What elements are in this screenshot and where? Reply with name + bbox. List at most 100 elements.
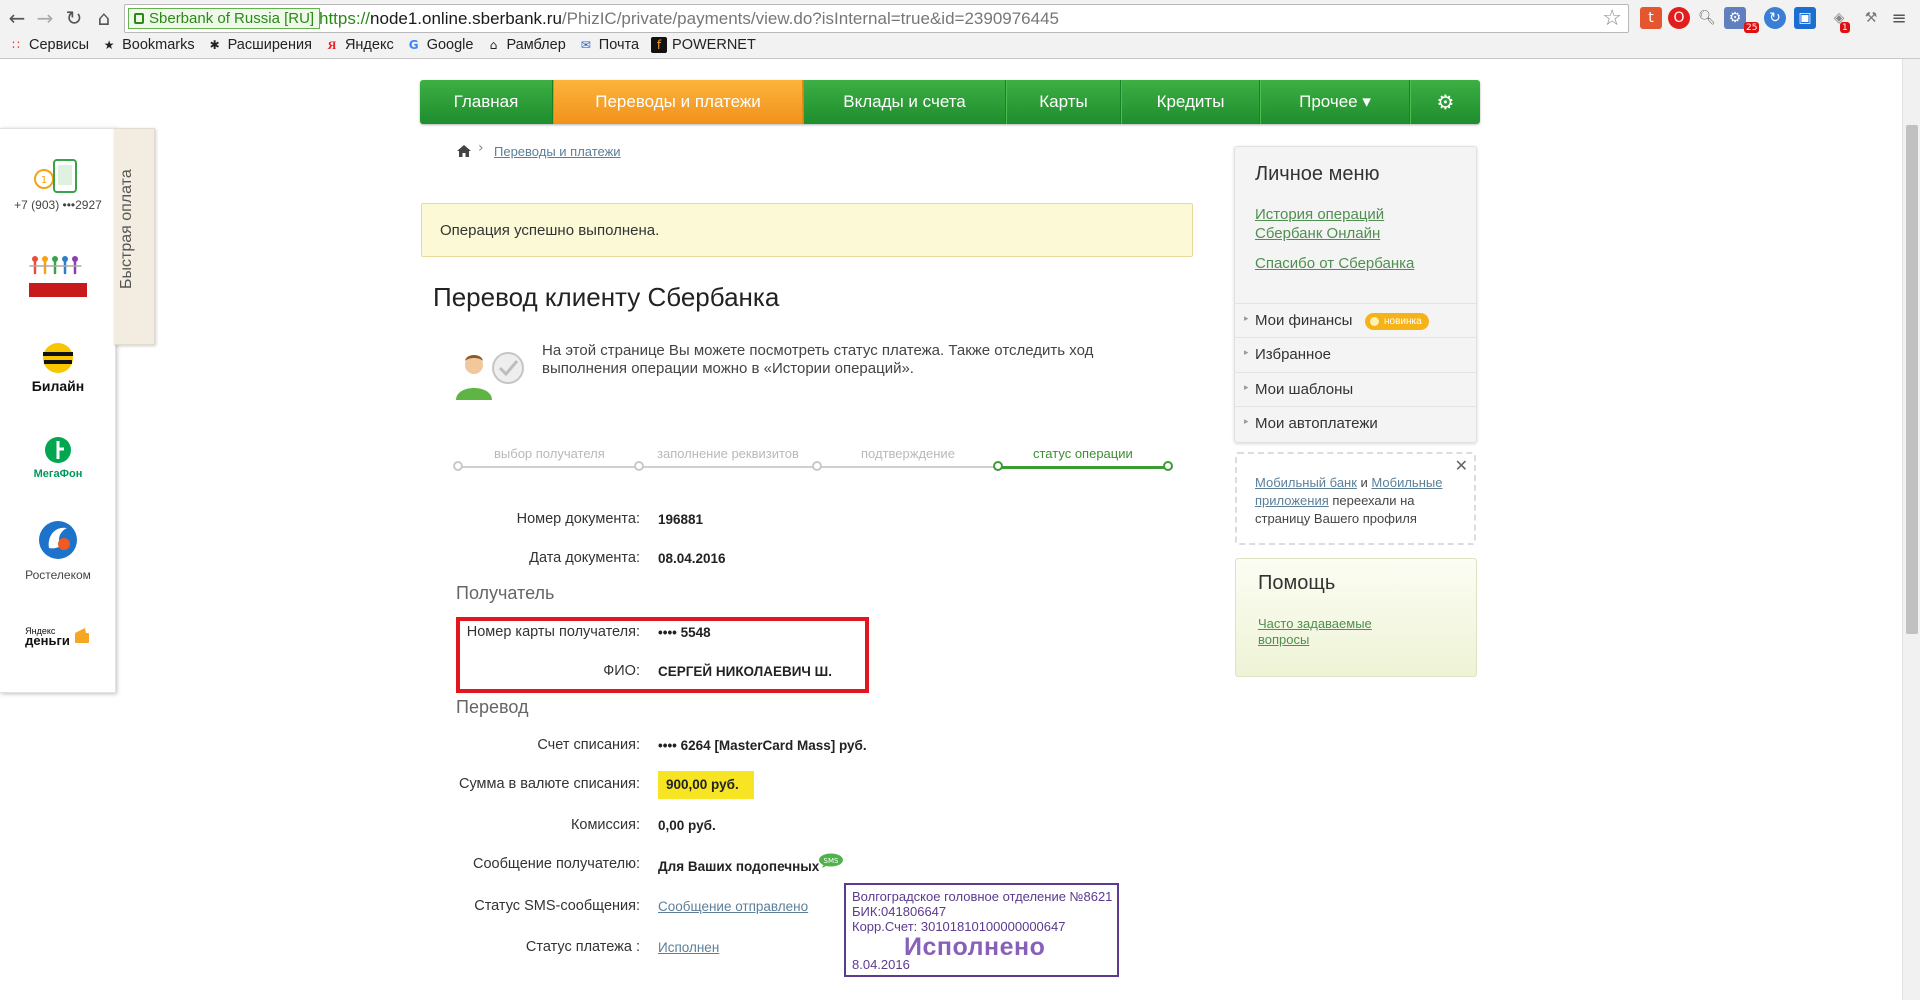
intro-text: На этой странице Вы можете посмотреть ст… — [542, 342, 1094, 377]
beeline-logo-icon — [43, 343, 73, 373]
sms-status-value[interactable]: Сообщение отправлено — [658, 899, 808, 914]
browser-chrome: ← → ↻ ⌂ Sberbank of Russia [RU] https://… — [0, 0, 1920, 59]
mobile-notice: ✕ Мобильный банк и Мобильные приложения … — [1235, 452, 1476, 545]
doc-number-value: 196881 — [658, 512, 704, 527]
sms-badge-icon: SMS — [819, 853, 843, 868]
quickpay-beeline[interactable]: Билайн — [0, 341, 116, 394]
menu-row-autopayments[interactable]: ▸ Мои автоплатежи — [1235, 406, 1476, 440]
apps-icon: ∷ — [12, 38, 20, 52]
menu-row-finances[interactable]: ▸ Мои финансы новинка — [1235, 303, 1476, 337]
bookmark-yandex[interactable]: Я Яндекс — [324, 37, 394, 53]
bookmark-services[interactable]: ∷ Сервисы — [8, 37, 89, 53]
step-label: подтверждение — [861, 446, 955, 461]
doc-date-value: 08.04.2016 — [658, 551, 726, 566]
account-value: •••• 6264 [MasterCard Mass] руб. — [658, 738, 867, 753]
help-panel: Помощь Часто задаваемые вопросы — [1235, 558, 1477, 677]
personal-menu: Личное меню История операций Сбербанк Он… — [1234, 146, 1477, 443]
step-label-current: статус операции — [1033, 446, 1133, 461]
extension-badge-2: 1 — [1840, 22, 1850, 33]
stamp-branch: Волгоградское головное отделение №8621 — [852, 889, 1113, 904]
quick-pay-tab[interactable]: Быстрая оплата — [114, 128, 155, 345]
extension-badge: 25 — [1744, 22, 1760, 33]
quickpay-charity[interactable] — [0, 253, 116, 303]
card-number-label: Номер карты получателя: — [466, 624, 640, 640]
gear-icon[interactable]: ⚙ — [1410, 80, 1480, 124]
star-icon: ★ — [103, 38, 115, 52]
menu-icon[interactable]: ≡ — [1888, 7, 1910, 29]
mobile-bank-link[interactable]: Мобильный банк — [1255, 475, 1357, 490]
chevron-right-icon: ▸ — [1244, 417, 1249, 427]
svg-text:SMS: SMS — [824, 857, 839, 865]
address-bar[interactable]: Sberbank of Russia [RU] https://node1.on… — [124, 4, 1629, 33]
step-dot-current — [993, 461, 1003, 471]
url-text[interactable]: https://node1.online.sberbank.ru/PhizIC/… — [319, 8, 1059, 29]
personal-menu-title: Личное меню — [1255, 163, 1380, 185]
bookmark-mail[interactable]: ✉ Почта — [578, 37, 639, 53]
google-icon: G — [408, 38, 419, 52]
check-shield-icon — [456, 352, 524, 400]
nav-cards[interactable]: Карты — [1006, 80, 1121, 124]
reload-icon[interactable]: ↻ — [60, 4, 88, 32]
bookmark-bookmarks[interactable]: ★ Bookmarks — [101, 37, 195, 53]
window-icon[interactable]: ▣ — [1794, 7, 1816, 29]
close-icon[interactable]: ✕ — [1455, 456, 1468, 475]
breadcrumb-link[interactable]: Переводы и платежи — [494, 144, 621, 159]
step-dot — [453, 461, 463, 471]
home-icon[interactable] — [456, 144, 472, 158]
spasibo-link[interactable]: Спасибо от Сбербанка — [1255, 254, 1414, 273]
quickpay-megafon[interactable]: МегаФон — [0, 435, 116, 480]
nav-credits[interactable]: Кредиты — [1121, 80, 1260, 124]
scrollbar-thumb[interactable] — [1906, 125, 1918, 634]
page-scrollbar[interactable] — [1902, 59, 1920, 1000]
sync-icon[interactable]: ↻ — [1764, 7, 1786, 29]
bookmark-rambler[interactable]: ⌂ Рамблер — [485, 37, 566, 53]
opera-icon[interactable]: O — [1668, 7, 1690, 29]
commission-label: Комиссия: — [570, 817, 640, 833]
nav-transfers-payments[interactable]: Переводы и платежи — [553, 80, 803, 124]
stamp-corr-account: Корр.Счет: 30101810100000000647 — [852, 919, 1066, 934]
account-label: Счет списания: — [537, 737, 640, 753]
yandex-icon: Я — [327, 37, 337, 52]
success-alert: Операция успешно выполнена. — [421, 203, 1193, 257]
amount-value: 900,00 руб. — [666, 777, 739, 792]
megafon-logo-icon — [45, 437, 71, 463]
card-number-value: •••• 5548 — [658, 625, 711, 640]
breadcrumb-separator: › — [478, 140, 484, 156]
star-icon[interactable]: ☆ — [1602, 6, 1622, 31]
back-arrow-icon[interactable]: ← — [3, 4, 31, 32]
extension-icon[interactable]: t — [1640, 7, 1662, 29]
message-value: Для Ваших подопечных — [658, 859, 820, 874]
step-dot — [634, 461, 644, 471]
tools-icon[interactable]: ⚒ — [1860, 7, 1882, 29]
mobile-phone-icon: 1 — [34, 159, 77, 193]
new-badge: новинка — [1365, 313, 1429, 330]
faq-link[interactable]: Часто задаваемые вопросы — [1258, 616, 1408, 648]
bookmark-google[interactable]: G Google — [406, 37, 474, 53]
nav-deposits-accounts[interactable]: Вклады и счета — [803, 80, 1006, 124]
menu-row-favorites[interactable]: ▸ Избранное — [1235, 337, 1476, 371]
bookmarks-bar: ∷ Сервисы ★ Bookmarks ✱ Расширения Я Яндекс … — [0, 33, 1920, 57]
ev-certificate-badge[interactable]: Sberbank of Russia [RU] — [128, 8, 321, 29]
puzzle-icon: ✱ — [209, 38, 220, 52]
chevron-right-icon: ▸ — [1244, 383, 1249, 393]
bookmark-extensions[interactable]: ✱ Расширения — [207, 37, 312, 53]
quick-pay-panel: 1 +7 (903) •••2927 Билайн МегаФон Ростел… — [0, 128, 116, 693]
bookmark-powernet[interactable]: f POWERNET — [651, 37, 756, 53]
home-icon[interactable]: ⌂ — [90, 4, 118, 32]
nav-other[interactable]: Прочее ▾ — [1260, 80, 1410, 124]
main-navigation: Главная Переводы и платежи Вклады и счет… — [420, 80, 1480, 124]
doc-number-label: Номер документа: — [516, 511, 640, 527]
help-title: Помощь — [1258, 572, 1336, 594]
stamp-date: 8.04.2016 — [852, 957, 910, 972]
search-icon[interactable]: 🔍︎ — [1696, 7, 1718, 29]
forward-arrow-icon[interactable]: → — [31, 4, 59, 32]
nav-main[interactable]: Главная — [420, 80, 553, 124]
payment-status-value[interactable]: Исполнен — [658, 940, 719, 955]
operations-history-link[interactable]: История операций Сбербанк Онлайн — [1255, 205, 1425, 243]
quickpay-phone[interactable]: 1 +7 (903) •••2927 — [0, 157, 116, 212]
puzzle-icon[interactable]: ⚙ — [1724, 7, 1746, 29]
step-dot — [812, 461, 822, 471]
transfer-section-title: Перевод — [456, 697, 529, 717]
fio-label: ФИО: — [603, 663, 640, 679]
menu-row-templates[interactable]: ▸ Мои шаблоны — [1235, 372, 1476, 406]
